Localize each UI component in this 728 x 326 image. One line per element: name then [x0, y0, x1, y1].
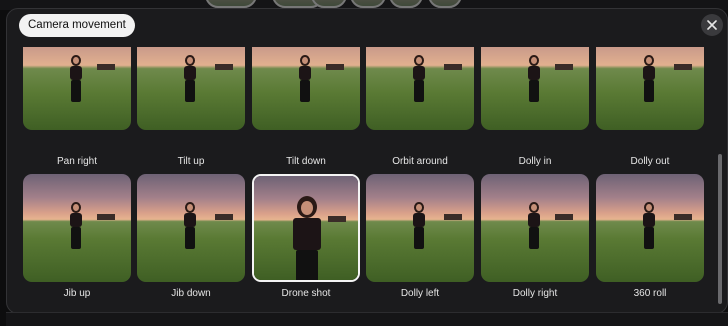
scrollbar[interactable] [718, 154, 722, 304]
background-preset-thumb [350, 0, 386, 8]
preset-label: Jib down [171, 288, 211, 299]
background-preset-thumb [389, 0, 423, 8]
background-preset-thumb [205, 0, 257, 8]
preset-thumbnail [596, 47, 704, 130]
preset-label: Jib up [63, 288, 91, 299]
preset-label: Dolly in [518, 156, 552, 167]
preset-thumbnail [23, 47, 131, 130]
preset-thumbnail [252, 47, 360, 130]
close-icon [707, 20, 717, 30]
preset-label: Orbit around [392, 156, 448, 167]
preset-thumbnail [252, 174, 360, 282]
background-preset-thumb [428, 0, 462, 8]
preset-label: 360 roll [633, 288, 667, 299]
preset-label: Dolly out [630, 156, 670, 167]
preset-label: Dolly left [400, 288, 440, 299]
camera-movement-tag[interactable]: Camera movement [19, 14, 135, 37]
preset-thumbnail [481, 47, 589, 130]
preset-thumbnail [137, 47, 245, 130]
preset-label: Tilt down [286, 156, 326, 167]
preset-label: Pan right [56, 156, 98, 167]
preset-thumbnail [137, 174, 245, 282]
preset-thumbnail [596, 174, 704, 282]
camera-movement-panel: Camera movement Pan right Tilt up Tilt dow… [6, 8, 728, 314]
preset-label: Dolly right [512, 288, 558, 299]
bottom-bar [6, 312, 728, 326]
preset-thumbnail [481, 174, 589, 282]
preset-thumbnail [23, 174, 131, 282]
close-button[interactable] [701, 14, 723, 36]
preset-label: Drone shot [281, 288, 331, 299]
preset-label: Tilt up [177, 156, 205, 167]
preset-thumbnail [366, 47, 474, 130]
preset-thumbnail [366, 174, 474, 282]
